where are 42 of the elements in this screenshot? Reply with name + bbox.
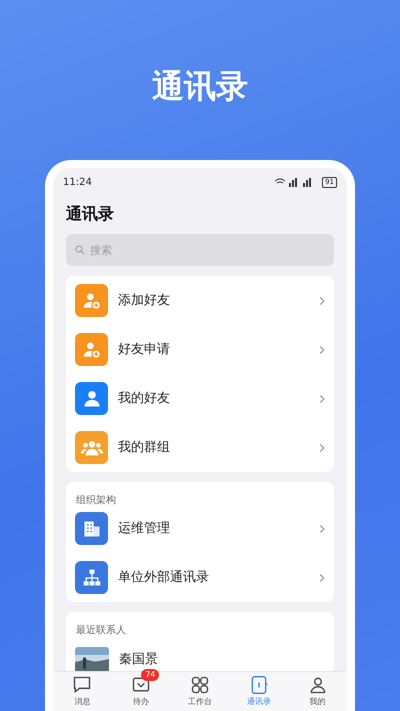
menu-item[interactable]: 我的好友 [66,374,334,423]
chat-icon [72,675,92,695]
add-user-icon [82,290,102,310]
org-chart-icon [82,568,102,588]
chevron-right-icon [319,524,325,534]
menu-item[interactable]: 运维管理 [66,504,334,553]
chevron-right-icon [319,442,325,452]
chevron-right-icon [319,394,325,404]
menu-item-label: 添加好友 [118,292,171,310]
headline: 通讯录 [152,66,248,107]
contact-item[interactable]: 秦国景 [66,642,334,671]
tab[interactable]: 工作台 [170,672,230,711]
chevron-right-icon [319,344,325,354]
menu-item-label: 我的好友 [118,390,171,408]
tab[interactable]: 通讯录 [229,672,288,711]
add-user-icon [82,340,102,360]
section-title: 最近联系人 [76,625,126,636]
menu-item[interactable]: 添加好友 [66,276,334,325]
menu-item-label: 运维管理 [118,520,171,538]
chevron-right-icon [319,296,325,306]
section-title: 组织架构 [76,495,116,506]
building-icon [82,518,102,538]
user-icon [82,388,102,408]
chevron-right-icon [319,572,325,582]
tab[interactable]: 消息 [53,672,112,711]
menu-item[interactable]: 单位外部通讯录 [66,553,334,602]
status-time: 11:24 [63,176,92,190]
menu-item-label: 单位外部通讯录 [118,568,210,587]
address-book-icon [248,675,269,695]
grid-icon [190,675,210,695]
menu-item-label: 我的群组 [118,438,171,457]
menu-item-label: 好友申请 [118,340,171,359]
tab[interactable]: 74 待办 [112,672,171,711]
menu-item[interactable]: 好友申请 [66,325,334,374]
screen-title: 通讯录 [66,204,114,223]
contact-name: 秦国景 [119,651,158,670]
search-icon [74,244,86,256]
badge-count: 74 [141,669,160,681]
person-icon [308,675,328,695]
search-field[interactable]: 搜索 [66,234,334,266]
menu-item[interactable]: 我的群组 [66,423,334,472]
tab[interactable]: 我的 [288,672,347,711]
